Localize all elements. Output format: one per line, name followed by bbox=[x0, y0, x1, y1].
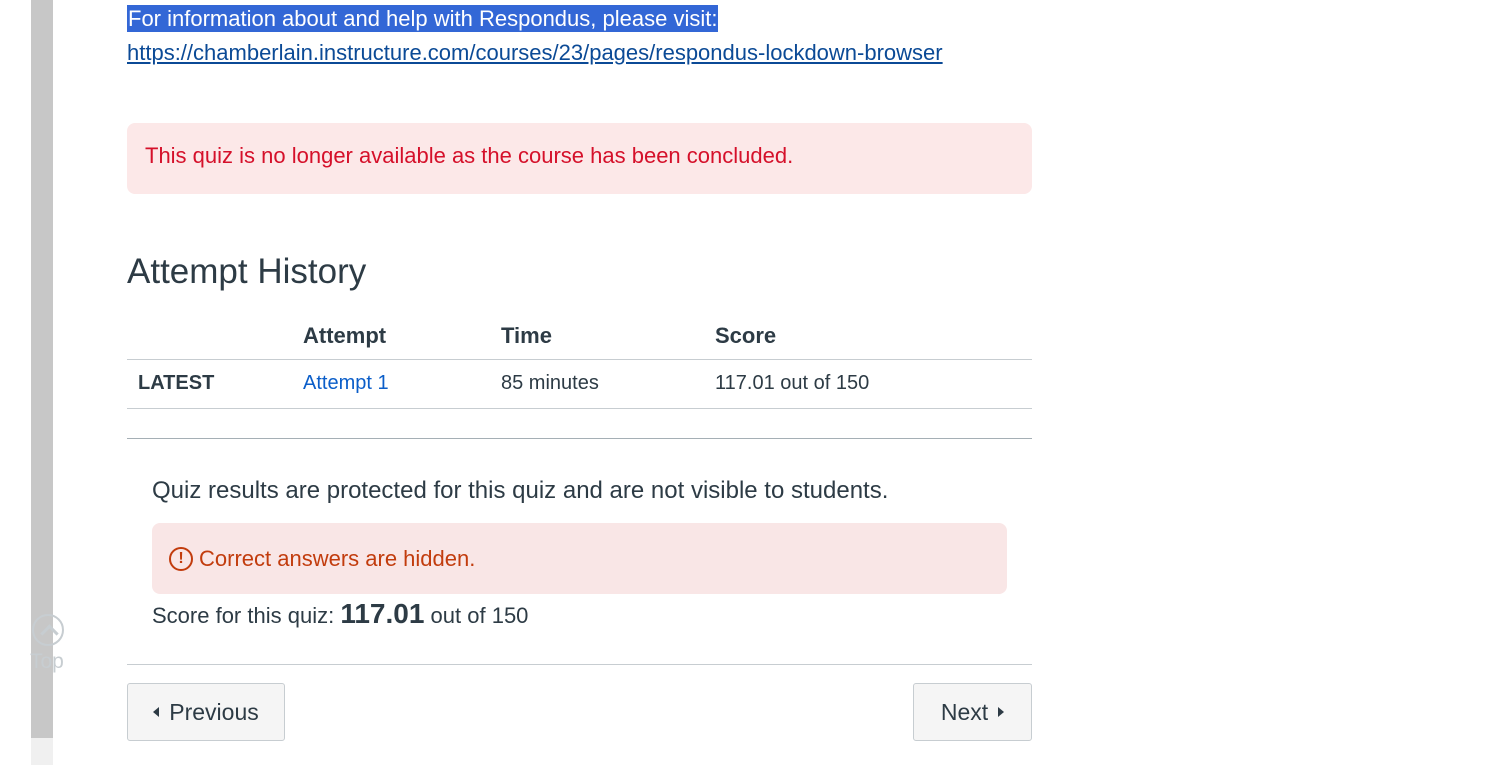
table-row: LATEST Attempt 1 85 minutes 117.01 out o… bbox=[127, 358, 1032, 409]
previous-button[interactable]: Previous bbox=[127, 683, 285, 741]
attempt-score: 117.01 out of 150 bbox=[715, 359, 1032, 409]
header-blank bbox=[127, 313, 291, 359]
respondus-info-text: For information about and help with Resp… bbox=[127, 4, 719, 34]
score-suffix: out of 150 bbox=[430, 603, 529, 628]
header-score: Score bbox=[715, 313, 1032, 360]
results-protected-text: Quiz results are protected for this quiz… bbox=[152, 477, 889, 504]
table-header-row: Attempt Time Score bbox=[127, 313, 1032, 360]
nav-divider bbox=[127, 664, 1032, 665]
score-value: 117.01 bbox=[340, 598, 425, 629]
caret-left-icon bbox=[153, 707, 160, 717]
score-prefix: Score for this quiz: bbox=[152, 603, 335, 628]
answers-hidden-message: Correct answers are hidden. bbox=[199, 545, 476, 571]
caret-right-icon bbox=[998, 707, 1005, 717]
back-to-top-link[interactable]: Top bbox=[30, 614, 70, 674]
header-time: Time bbox=[501, 313, 715, 360]
attempt-1-link[interactable]: Attempt 1 bbox=[303, 372, 389, 394]
selected-text: For information about and help with Resp… bbox=[127, 5, 719, 32]
next-button[interactable]: Next bbox=[913, 683, 1032, 741]
attempt-history-table: Attempt Time Score LATEST Attempt 1 85 m… bbox=[127, 313, 1032, 409]
warning-circle-icon: ! bbox=[169, 546, 193, 571]
quiz-score-line: Score for this quiz: 117.01 out of 150 bbox=[152, 598, 528, 630]
section-divider bbox=[127, 438, 1032, 439]
chevron-up-circle-icon bbox=[32, 614, 64, 646]
next-label: Next bbox=[940, 698, 989, 725]
latest-label: LATEST bbox=[127, 358, 291, 409]
answers-hidden-alert: ! Correct answers are hidden. bbox=[152, 523, 1007, 594]
course-concluded-alert: This quiz is no longer available as the … bbox=[127, 123, 1032, 194]
previous-label: Previous bbox=[169, 698, 259, 725]
back-to-top-label: Top bbox=[30, 650, 64, 673]
header-attempt: Attempt bbox=[291, 313, 501, 360]
attempt-time: 85 minutes bbox=[501, 359, 715, 409]
attempt-history-title: Attempt History bbox=[127, 252, 367, 291]
course-concluded-message: This quiz is no longer available as the … bbox=[145, 143, 794, 168]
respondus-help-link[interactable]: https://chamberlain.instructure.com/cour… bbox=[127, 40, 943, 66]
